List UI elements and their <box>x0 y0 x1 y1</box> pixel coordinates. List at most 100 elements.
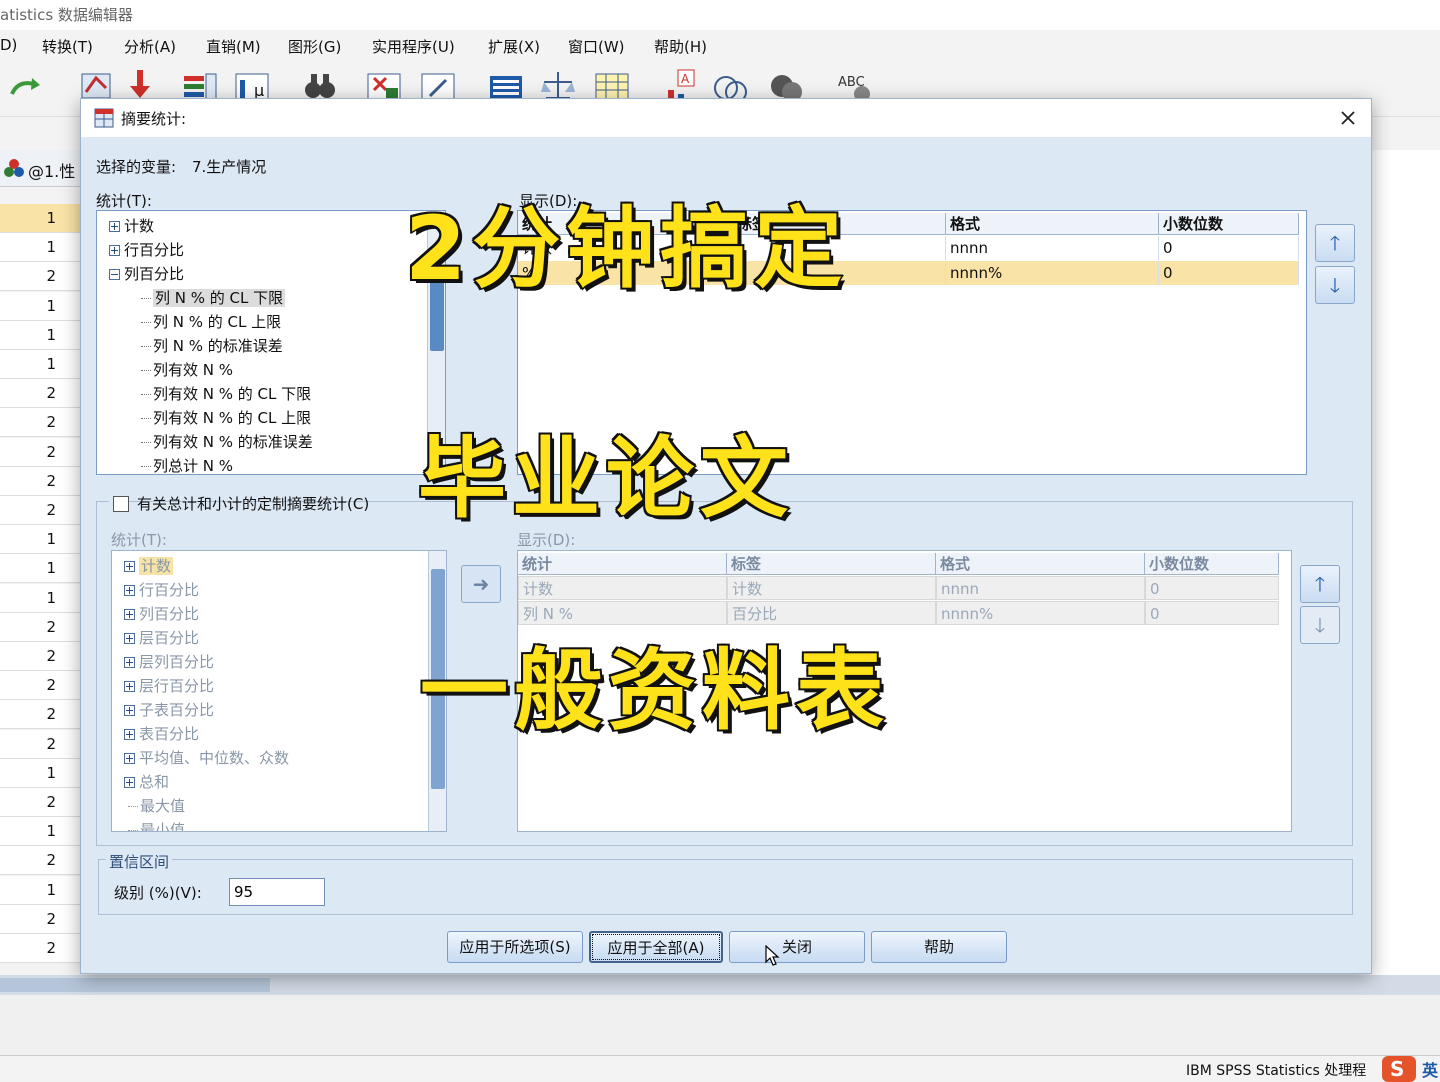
collapse-icon[interactable] <box>109 269 120 280</box>
expand-icon[interactable] <box>124 705 135 716</box>
grid-cell[interactable]: 1 <box>0 350 80 379</box>
tree-item[interactable]: 列百分比 <box>124 603 199 625</box>
menu-analyze[interactable]: 分析(A) <box>124 36 176 57</box>
statistics-tree[interactable]: 计数 行百分比 列百分比列 N % 的 CL 下限列 N % 的 CL 上限列 N … <box>96 210 446 475</box>
tree-item[interactable]: 列有效 N % 的 CL 上限 <box>141 407 311 429</box>
grid-cell[interactable]: 1 <box>0 817 80 847</box>
tree-item[interactable]: 计数 <box>124 555 174 577</box>
expand-icon[interactable] <box>124 585 135 596</box>
expand-icon[interactable] <box>124 681 135 692</box>
grid-cell[interactable]: 2 <box>0 437 80 467</box>
tree-item[interactable]: 平均值、中位数、众数 <box>124 747 289 769</box>
tree-item[interactable]: 总和 <box>124 771 169 793</box>
move-down-button-sub[interactable]: 🡓 <box>1300 606 1340 644</box>
grid-cell[interactable]: 2 <box>0 612 80 642</box>
tree-item[interactable]: 列百分比 <box>109 263 184 285</box>
tree-item[interactable]: 行百分比 <box>124 579 199 601</box>
help-button[interactable]: 帮助 <box>871 931 1007 963</box>
scrollbar-thumb[interactable] <box>0 978 270 992</box>
tree-item[interactable]: 列 N % 的 CL 下限 <box>141 287 286 309</box>
grid-cell[interactable]: 1 <box>0 758 80 788</box>
menu-extensions[interactable]: 扩展(X) <box>488 36 540 57</box>
table-cell[interactable]: 计数 <box>727 576 936 600</box>
grid-cell[interactable]: 1 <box>0 583 80 613</box>
expand-icon[interactable] <box>109 221 120 232</box>
tree-item[interactable]: 列总计 N % <box>141 455 233 474</box>
close-button[interactable]: 关闭 <box>729 931 865 963</box>
table-cell[interactable]: 0 <box>1159 261 1299 285</box>
expand-icon[interactable] <box>124 753 135 764</box>
tree-item[interactable]: 行百分比 <box>109 239 184 261</box>
tree-item[interactable]: 列有效 N % 的 CL 下限 <box>141 383 311 405</box>
table-cell[interactable]: 0 <box>1145 576 1279 600</box>
grid-cell[interactable]: 1 <box>0 554 80 584</box>
table-header[interactable]: 格式 <box>946 213 1159 235</box>
horizontal-scrollbar[interactable] <box>0 975 1440 995</box>
ci-level-input[interactable] <box>229 878 325 906</box>
apply-selected-button[interactable]: 应用于所选项(S) <box>447 931 583 963</box>
table-cell[interactable]: nnnn% <box>946 261 1159 285</box>
expand-icon[interactable] <box>124 561 135 572</box>
grid-cell[interactable]: 2 <box>0 846 80 876</box>
move-up-button-sub[interactable]: 🡑 <box>1300 565 1340 603</box>
table-header[interactable]: 小数位数 <box>1159 213 1299 235</box>
grid-cell[interactable]: 2 <box>0 729 80 759</box>
move-down-button[interactable]: 🡓 <box>1315 266 1355 304</box>
grid-cell[interactable]: 2 <box>0 700 80 730</box>
grid-cell[interactable]: 2 <box>0 934 80 963</box>
move-up-button[interactable]: 🡑 <box>1315 224 1355 262</box>
expand-icon[interactable] <box>124 609 135 620</box>
menu-window[interactable]: 窗口(W) <box>568 36 625 57</box>
column-header-gender[interactable]: @1.性 <box>28 158 75 182</box>
table-cell[interactable]: 0 <box>1145 601 1279 625</box>
grid-cell[interactable]: 2 <box>0 496 80 525</box>
grid-cell[interactable]: 2 <box>0 788 80 817</box>
expand-icon[interactable] <box>124 777 135 788</box>
grid-cell[interactable]: 1 <box>0 320 80 350</box>
close-icon[interactable] <box>1339 109 1357 127</box>
apply-all-button[interactable]: 应用于全部(A) <box>589 931 723 963</box>
tree-item[interactable]: 层百分比 <box>124 627 199 649</box>
redo-icon[interactable] <box>8 68 44 104</box>
table-header[interactable]: 统计 <box>518 553 727 575</box>
table-cell[interactable]: nnnn <box>936 576 1145 600</box>
grid-cell[interactable]: 2 <box>0 379 80 409</box>
tree-item[interactable]: 列有效 N % <box>141 359 233 381</box>
tree-item[interactable]: 最大值 <box>128 795 185 817</box>
subtotal-checkbox[interactable] <box>113 496 129 512</box>
tree-item[interactable]: 层行百分比 <box>124 675 214 697</box>
grid-cell[interactable]: 2 <box>0 904 80 934</box>
grid-cell[interactable]: 2 <box>0 642 80 671</box>
grid-cell[interactable]: 1 <box>0 525 80 555</box>
tree-item[interactable]: 列 N % 的 CL 上限 <box>141 311 281 333</box>
table-header[interactable]: 标签 <box>727 553 936 575</box>
menu-direct-marketing[interactable]: 直销(M) <box>206 36 261 57</box>
tree-item[interactable]: 计数 <box>109 215 154 237</box>
grid-cell[interactable]: 2 <box>0 466 80 496</box>
table-cell[interactable]: 计数 <box>518 576 727 600</box>
expand-icon[interactable] <box>124 729 135 740</box>
table-header[interactable]: 格式 <box>936 553 1145 575</box>
subtotal-checkbox-row[interactable]: 有关总计和小计的定制摘要统计(C) <box>109 493 369 515</box>
grid-cell[interactable]: 2 <box>0 671 80 701</box>
menu-graphs[interactable]: 图形(G) <box>288 36 341 57</box>
move-right-button[interactable]: ➜ <box>461 565 501 603</box>
table-header[interactable]: 小数位数 <box>1145 553 1279 575</box>
grid-cell[interactable]: 2 <box>0 262 80 292</box>
tree-item[interactable]: 列 N % 的标准误差 <box>141 335 283 357</box>
menu-data[interactable]: D) <box>0 36 17 54</box>
grid-cell[interactable]: 2 <box>0 408 80 438</box>
menu-transform[interactable]: 转换(T) <box>42 36 93 57</box>
grid-cell[interactable]: 1 <box>0 233 80 263</box>
statistics-tree-sub[interactable]: 计数 行百分比 列百分比 层百分比 层列百分比 层行百分比 子表百分比 表百分比 平均值、中位数… <box>111 550 447 832</box>
table-cell[interactable]: 0 <box>1159 236 1299 260</box>
grid-cell[interactable]: 1 <box>0 875 80 905</box>
table-cell[interactable]: nnnn <box>946 236 1159 260</box>
menu-help[interactable]: 帮助(H) <box>654 36 707 57</box>
menu-utilities[interactable]: 实用程序(U) <box>372 36 455 57</box>
table-cell[interactable]: nnnn% <box>936 601 1145 625</box>
expand-icon[interactable] <box>109 245 120 256</box>
tree-item[interactable]: 列有效 N % 的标准误差 <box>141 431 313 453</box>
expand-icon[interactable] <box>124 657 135 668</box>
tree-item[interactable]: 表百分比 <box>124 723 199 745</box>
